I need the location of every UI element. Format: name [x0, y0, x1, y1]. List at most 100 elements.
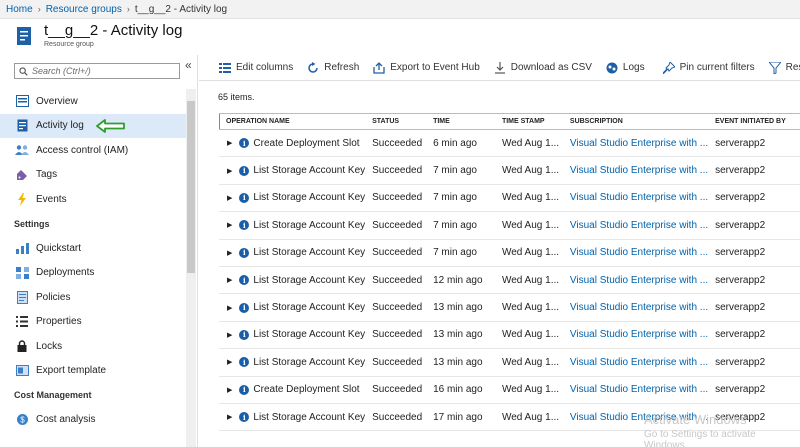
lock-icon — [15, 339, 29, 353]
properties-icon — [15, 315, 29, 329]
expand-caret-icon[interactable]: ▶ — [227, 167, 232, 175]
reset-filters-button[interactable]: Rese — [768, 61, 800, 74]
column-header-time[interactable]: TIME — [426, 113, 495, 130]
table-row[interactable]: ▶ i List Storage Account Key Succeeded 12 mi… — [219, 266, 800, 295]
cell-time: 13 min ago — [426, 348, 495, 377]
table-row[interactable]: ▶ i List Storage Account Key Succeeded 7 min… — [219, 211, 800, 240]
column-header-initiated-by[interactable]: EVENT INITIATED BY — [708, 113, 800, 130]
expand-caret-icon[interactable]: ▶ — [227, 194, 232, 202]
expand-caret-icon[interactable]: ▶ — [227, 358, 232, 366]
table-row[interactable]: ▶ i List Storage Account Key Succeeded 7 min… — [219, 184, 800, 213]
expand-caret-icon[interactable]: ▶ — [227, 331, 232, 339]
info-icon: i — [239, 138, 250, 149]
expand-caret-icon[interactable]: ▶ — [227, 139, 232, 147]
operation-name: Create Deployment Slot — [253, 384, 360, 396]
info-icon: i — [239, 357, 250, 368]
column-header-subscription[interactable]: SUBSCRIPTION — [562, 113, 709, 130]
cell-subscription[interactable]: Visual Studio Enterprise with ... — [562, 156, 709, 185]
cell-subscription[interactable]: Visual Studio Enterprise with ... — [562, 293, 709, 322]
column-header-timestamp[interactable]: TIME STAMP — [494, 113, 563, 130]
cell-operation: ▶ i List Storage Account Key — [219, 239, 366, 267]
info-icon: i — [239, 329, 250, 340]
cell-time: 7 min ago — [426, 156, 495, 185]
sidebar-scrollbar[interactable] — [186, 89, 196, 447]
sidebar-item-locks[interactable]: Locks — [0, 334, 186, 359]
refresh-button[interactable]: Refresh — [307, 61, 359, 74]
cell-timestamp: Wed Aug 1... — [494, 129, 563, 158]
logs-button[interactable]: Logs — [606, 62, 645, 74]
edit-columns-button[interactable]: Edit columns — [219, 62, 293, 74]
cell-time: 7 min ago — [426, 184, 495, 213]
cell-subscription[interactable]: Visual Studio Enterprise with ... — [562, 321, 709, 350]
table-row[interactable]: ▶ i Create Deployment Slot Succeeded 16 min … — [219, 376, 800, 404]
expand-caret-icon[interactable]: ▶ — [227, 249, 232, 257]
quickstart-icon — [15, 241, 29, 255]
search-input[interactable] — [32, 66, 172, 76]
overview-icon — [15, 94, 29, 108]
cell-subscription[interactable]: Visual Studio Enterprise with ... — [562, 184, 709, 213]
operation-name: List Storage Account Key — [253, 274, 366, 286]
expand-caret-icon[interactable]: ▶ — [227, 304, 232, 312]
sidebar-item-quickstart[interactable]: Quickstart — [0, 236, 186, 261]
deployments-icon — [15, 266, 29, 280]
sidebar-item-deployments[interactable]: Deployments — [0, 261, 186, 286]
table-body: ▶ i Create Deployment Slot Succeeded 6 min a… — [219, 129, 800, 432]
sidebar-item-properties[interactable]: Properties — [0, 310, 186, 335]
sidebar-item-label: Deployments — [36, 267, 95, 279]
cell-timestamp: Wed Aug 1... — [494, 156, 563, 185]
cell-subscription[interactable]: Visual Studio Enterprise with ... — [562, 266, 709, 295]
operation-cell-content: ▶ i List Storage Account Key — [219, 165, 365, 176]
sidebar-item-cost-analysis[interactable]: $ Cost analysis — [0, 408, 186, 433]
table-row[interactable]: ▶ i List Storage Account Key Succeeded 7 min… — [219, 239, 800, 267]
collapse-sidebar-button[interactable]: « — [185, 58, 192, 72]
operation-name: List Storage Account Key — [253, 219, 366, 231]
breadcrumb-resource-groups[interactable]: Resource groups — [46, 4, 122, 15]
cell-operation: ▶ i List Storage Account Key — [219, 348, 366, 377]
column-header-status[interactable]: STATUS — [365, 113, 427, 130]
sidebar-item-export-template[interactable]: Export template — [0, 359, 186, 384]
download-csv-label: Download as CSV — [510, 62, 592, 73]
table-row[interactable]: ▶ i Create Deployment Slot Succeeded 6 min a… — [219, 129, 800, 158]
table-row[interactable]: ▶ i List Storage Account Key Succeeded 13 mi… — [219, 293, 800, 322]
export-event-hub-button[interactable]: Export to Event Hub — [373, 61, 480, 74]
cell-subscription[interactable]: Visual Studio Enterprise with ... — [562, 239, 709, 267]
cell-subscription[interactable]: Visual Studio Enterprise with ... — [562, 129, 709, 158]
cell-subscription[interactable]: Visual Studio Enterprise with ... — [562, 348, 709, 377]
operation-cell-content: ▶ i List Storage Account Key — [219, 192, 365, 203]
sidebar-search[interactable] — [14, 63, 180, 79]
scrollbar-thumb[interactable] — [187, 101, 195, 273]
operation-name: List Storage Account Key — [253, 329, 366, 341]
expand-caret-icon[interactable]: ▶ — [227, 276, 232, 284]
sidebar-item-iam[interactable]: Access control (IAM) — [0, 138, 186, 163]
cell-time: 7 min ago — [426, 211, 495, 240]
cell-initiated-by: serverapp2 — [708, 184, 800, 213]
column-header-operation[interactable]: OPERATION NAME — [219, 113, 366, 130]
sidebar-item-events[interactable]: Events — [0, 187, 186, 212]
pin-filters-button[interactable]: Pin current filters — [662, 61, 755, 74]
activation-watermark-subtext: Go to Settings to activate Windows. — [644, 429, 756, 447]
expand-caret-icon[interactable]: ▶ — [227, 413, 232, 421]
operation-cell-content: ▶ i Create Deployment Slot — [219, 384, 365, 395]
cell-operation: ▶ i Create Deployment Slot — [219, 376, 366, 404]
sidebar-item-policies[interactable]: Policies — [0, 285, 186, 310]
table-row[interactable]: ▶ i List Storage Account Key Succeeded 7 min… — [219, 156, 800, 185]
table-row[interactable]: ▶ i List Storage Account Key Succeeded 13 mi… — [219, 348, 800, 377]
download-csv-button[interactable]: Download as CSV — [494, 61, 592, 74]
sidebar-item-overview[interactable]: Overview — [0, 89, 186, 114]
page-title: t__g__2 - Activity log — [44, 22, 183, 39]
download-icon — [494, 61, 506, 74]
cell-subscription[interactable]: Visual Studio Enterprise with ... — [562, 376, 709, 404]
logs-icon — [606, 62, 618, 74]
operation-name: List Storage Account Key — [253, 302, 366, 314]
cell-subscription[interactable]: Visual Studio Enterprise with ... — [562, 211, 709, 240]
expand-caret-icon[interactable]: ▶ — [227, 386, 232, 394]
expand-caret-icon[interactable]: ▶ — [227, 221, 232, 229]
cell-operation: ▶ i List Storage Account Key — [219, 293, 366, 322]
sidebar-item-tags[interactable]: Tags — [0, 163, 186, 188]
cell-status: Succeeded — [365, 239, 427, 267]
table-row[interactable]: ▶ i List Storage Account Key Succeeded 13 mi… — [219, 321, 800, 350]
cell-status: Succeeded — [365, 211, 427, 240]
cell-time: 13 min ago — [426, 321, 495, 350]
breadcrumb-home[interactable]: Home — [6, 4, 33, 15]
sidebar-item-activity-log[interactable]: Activity log — [0, 113, 186, 138]
